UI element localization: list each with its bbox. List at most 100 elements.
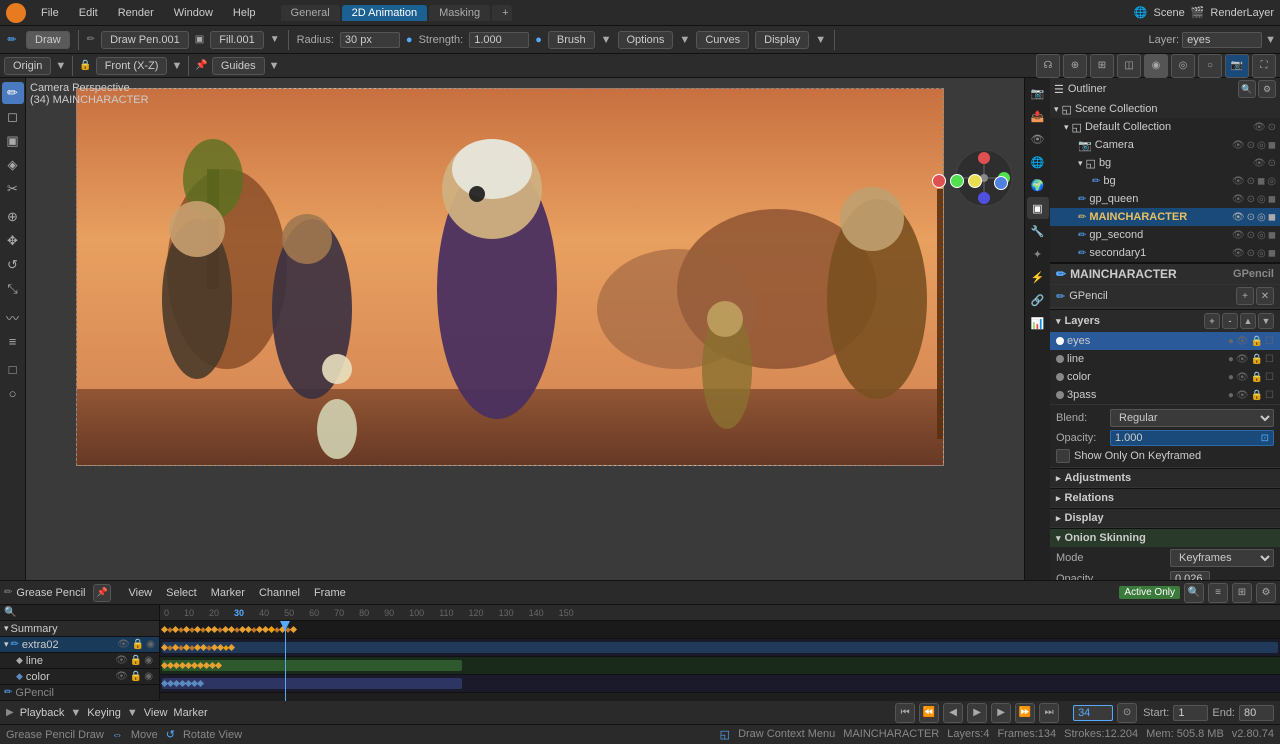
prop-tab-scene[interactable]: 🌐 [1027, 151, 1049, 173]
relations-header[interactable]: ▸ Relations [1050, 488, 1280, 507]
timeline-select[interactable]: Select [161, 585, 202, 601]
onion-opacity-input[interactable] [1170, 571, 1210, 580]
sec1-eye[interactable]: 👁 [1232, 248, 1245, 259]
display-header[interactable]: ▸ Display [1050, 508, 1280, 527]
bg-gp-restrict[interactable]: ◎ [1267, 176, 1276, 187]
layer-eyes-eye[interactable]: 👁 [1236, 336, 1249, 347]
bg-restrict[interactable]: ⊙ [1268, 158, 1276, 169]
layer-move-up[interactable]: ▲ [1240, 313, 1256, 329]
timeline-view[interactable]: View [123, 585, 157, 601]
queen-render[interactable]: ◎ [1257, 194, 1266, 205]
onion-mode-select[interactable]: Keyframes [1170, 549, 1274, 567]
adjustments-header[interactable]: ▸ Adjustments [1050, 468, 1280, 487]
workspace-2d-animation[interactable]: 2D Animation [342, 5, 427, 21]
layer-color-eye[interactable]: 👁 [1236, 372, 1249, 383]
opacity-input[interactable]: 1.000 ⊡ [1110, 430, 1274, 446]
layer-move-down[interactable]: ▼ [1258, 313, 1274, 329]
menu-file[interactable]: File [36, 5, 64, 21]
options-button[interactable]: Options [618, 31, 674, 49]
timeline-collapse[interactable]: ⊞ [1232, 583, 1252, 603]
camera-view[interactable]: 📷 [1225, 54, 1249, 78]
camera-render[interactable]: ◎ [1257, 140, 1266, 151]
erase-tool[interactable]: ◻ [2, 106, 24, 128]
extra02-label-row[interactable]: ▾ ✏ extra02 👁 🔒 ◉ [0, 637, 159, 653]
bg-gp-eye[interactable]: 👁 [1232, 176, 1245, 187]
layer-line-eye[interactable]: 👁 [1236, 354, 1249, 365]
layer-color-hide[interactable]: ☐ [1265, 372, 1274, 383]
secondary1-row[interactable]: ✏ secondary1 👁 ⊙ ◎ ◼ [1050, 244, 1280, 262]
outliner-filter[interactable]: 🔍 [1238, 80, 1256, 98]
bg-collection-row[interactable]: ▾ ◱ bg 👁 ⊙ [1050, 154, 1280, 172]
circle-tool[interactable]: ○ [2, 382, 24, 404]
move-tool[interactable]: ✥ [2, 230, 24, 252]
default-collection-row[interactable]: ▾ ◱ Default Collection 👁 ⊙ [1050, 118, 1280, 136]
smooth-tool[interactable]: 〰 [2, 306, 24, 328]
marker-btn[interactable]: Marker [173, 707, 207, 719]
fill-name[interactable]: Fill.001 [210, 31, 263, 49]
main-eye[interactable]: 👁 [1232, 212, 1245, 223]
color-dot-green[interactable] [950, 174, 964, 188]
timeline-frame[interactable]: Frame [309, 585, 351, 601]
layer-color-lock[interactable]: 🔒 [1251, 372, 1263, 383]
line-label-row[interactable]: ◆ line 👁 🔒 ◉ [0, 653, 159, 669]
gpencil-new[interactable]: + [1236, 287, 1254, 305]
playback-mode[interactable]: Playback [20, 707, 65, 719]
workspace-general[interactable]: General [281, 5, 340, 21]
fill-tool[interactable]: ▣ [2, 130, 24, 152]
view-mode-btn[interactable]: View [144, 707, 168, 719]
timeline-channel[interactable]: Channel [254, 585, 305, 601]
prop-tab-constraints[interactable]: 🔗 [1027, 289, 1049, 311]
prop-tab-output[interactable]: 📤 [1027, 105, 1049, 127]
camera-eye[interactable]: 👁 [1232, 140, 1245, 151]
menu-edit[interactable]: Edit [74, 5, 103, 21]
color-label-row[interactable]: ◆ color 👁 🔒 ◉ [0, 669, 159, 685]
overlay-toggle[interactable]: ☊ [1036, 54, 1060, 78]
radius-input[interactable] [340, 32, 400, 48]
menu-render[interactable]: Render [113, 5, 159, 21]
camera-restrict[interactable]: ◼ [1268, 140, 1276, 151]
second-select[interactable]: ⊙ [1247, 230, 1255, 241]
camera-select[interactable]: ⊙ [1247, 140, 1255, 151]
brush-button[interactable]: Brush [548, 31, 595, 49]
layer-3pass-hide[interactable]: ☐ [1265, 390, 1274, 401]
layer-3pass-lock[interactable]: 🔒 [1251, 390, 1263, 401]
extra02-eye[interactable]: 👁 [117, 639, 130, 650]
layer-3pass[interactable]: 3pass ● 👁 🔒 ☐ [1050, 386, 1280, 404]
main-select[interactable]: ⊙ [1247, 212, 1255, 223]
tint-tool[interactable]: ◈ [2, 154, 24, 176]
bg-gp-select[interactable]: ⊙ [1247, 176, 1255, 187]
second-restrict[interactable]: ◼ [1268, 230, 1276, 241]
render-mode[interactable]: ○ [1198, 54, 1222, 78]
menu-window[interactable]: Window [169, 5, 218, 21]
line-restrict[interactable]: ◉ [144, 655, 153, 666]
workspace-masking[interactable]: Masking [429, 5, 490, 21]
cursor-tool[interactable]: ⊕ [2, 206, 24, 228]
color-restrict[interactable]: ◉ [144, 671, 153, 682]
rectangle-tool[interactable]: □ [2, 358, 24, 380]
bg-gp-render[interactable]: ◼ [1257, 176, 1265, 187]
xray-toggle[interactable]: ◫ [1117, 54, 1141, 78]
display-button[interactable]: Display [755, 31, 809, 49]
gp-second-row[interactable]: ✏ gp_second 👁 ⊙ ◎ ◼ [1050, 226, 1280, 244]
bg-eye[interactable]: 👁 [1253, 158, 1266, 169]
layer-line-lock[interactable]: 🔒 [1251, 354, 1263, 365]
cutter-tool[interactable]: ✂ [2, 178, 24, 200]
collection-restrict[interactable]: ⊙ [1268, 122, 1276, 133]
layer-eyes-lock[interactable]: 🔒 [1251, 336, 1263, 347]
add-workspace-button[interactable]: + [492, 5, 512, 21]
scene-name[interactable]: Scene [1154, 7, 1185, 19]
keying-mode[interactable]: Keying [87, 707, 121, 719]
layer-add[interactable]: + [1204, 313, 1220, 329]
snap-toggle[interactable]: ⊞ [1090, 54, 1114, 78]
curves-button[interactable]: Curves [696, 31, 749, 49]
layer-remove[interactable]: - [1222, 313, 1238, 329]
color-dot-red[interactable] [932, 174, 946, 188]
maincharacter-row[interactable]: ✏ MAINCHARACTER 👁 ⊙ ◎ ◼ [1050, 208, 1280, 226]
outliner-settings[interactable]: ⚙ [1258, 80, 1276, 98]
second-eye[interactable]: 👁 [1232, 230, 1245, 241]
onion-skinning-header[interactable]: ▾ Onion Skinning [1050, 528, 1280, 547]
menu-help[interactable]: Help [228, 5, 261, 21]
color-dot-yellow[interactable] [968, 174, 982, 188]
layer-eyes-hide[interactable]: ☐ [1265, 336, 1274, 347]
sec1-select[interactable]: ⊙ [1247, 248, 1255, 259]
